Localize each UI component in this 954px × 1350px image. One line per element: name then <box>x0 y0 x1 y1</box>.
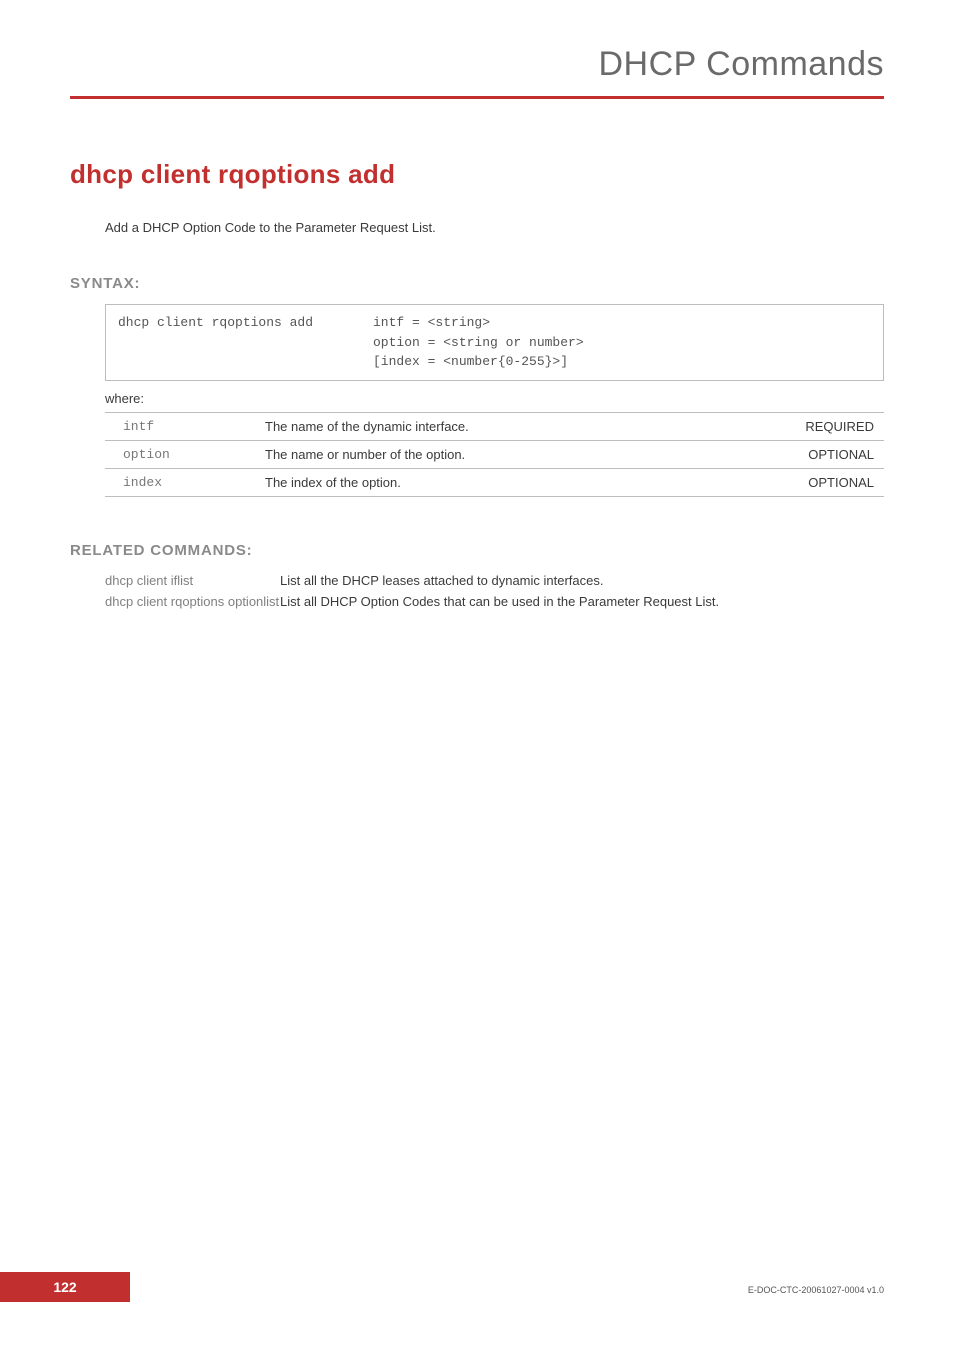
related-desc: List all DHCP Option Codes that can be u… <box>280 594 884 609</box>
related-desc: List all the DHCP leases attached to dyn… <box>280 573 884 588</box>
syntax-arg: intf = <string> <box>373 313 871 333</box>
related-row: dhcp client rqoptions optionlist List al… <box>105 594 884 609</box>
param-desc: The index of the option. <box>255 468 774 496</box>
page-number-badge: 122 <box>0 1272 130 1302</box>
param-required: REQUIRED <box>774 412 884 440</box>
param-required: OPTIONAL <box>774 468 884 496</box>
syntax-command: dhcp client rqoptions add <box>118 313 373 372</box>
syntax-arg: option = <string or number> <box>373 333 871 353</box>
header-rule <box>70 96 884 99</box>
table-row: option The name or number of the option.… <box>105 440 884 468</box>
command-description: Add a DHCP Option Code to the Parameter … <box>105 220 884 235</box>
parameters-table: intf The name of the dynamic interface. … <box>105 412 884 497</box>
syntax-args: intf = <string> option = <string or numb… <box>373 313 871 372</box>
document-id: E-DOC-CTC-20061027-0004 v1.0 <box>748 1285 884 1295</box>
page-header-title: DHCP Commands <box>70 45 884 84</box>
related-heading: RELATED COMMANDS: <box>70 542 884 559</box>
page-footer: 122 E-DOC-CTC-20061027-0004 v1.0 <box>0 1272 954 1302</box>
table-row: index The index of the option. OPTIONAL <box>105 468 884 496</box>
related-row: dhcp client iflist List all the DHCP lea… <box>105 573 884 588</box>
syntax-row: dhcp client rqoptions add intf = <string… <box>118 313 871 372</box>
param-name: option <box>105 440 255 468</box>
related-commands: dhcp client iflist List all the DHCP lea… <box>105 573 884 609</box>
related-name: dhcp client iflist <box>105 573 280 588</box>
param-desc: The name of the dynamic interface. <box>255 412 774 440</box>
syntax-heading: SYNTAX: <box>70 275 884 292</box>
page: DHCP Commands dhcp client rqoptions add … <box>0 0 954 1350</box>
related-name: dhcp client rqoptions optionlist <box>105 594 280 609</box>
where-label: where: <box>105 391 884 406</box>
command-title: dhcp client rqoptions add <box>70 159 884 190</box>
param-required: OPTIONAL <box>774 440 884 468</box>
param-name: intf <box>105 412 255 440</box>
syntax-box: dhcp client rqoptions add intf = <string… <box>105 304 884 381</box>
syntax-arg: [index = <number{0-255}>] <box>373 352 871 372</box>
param-name: index <box>105 468 255 496</box>
table-row: intf The name of the dynamic interface. … <box>105 412 884 440</box>
param-desc: The name or number of the option. <box>255 440 774 468</box>
